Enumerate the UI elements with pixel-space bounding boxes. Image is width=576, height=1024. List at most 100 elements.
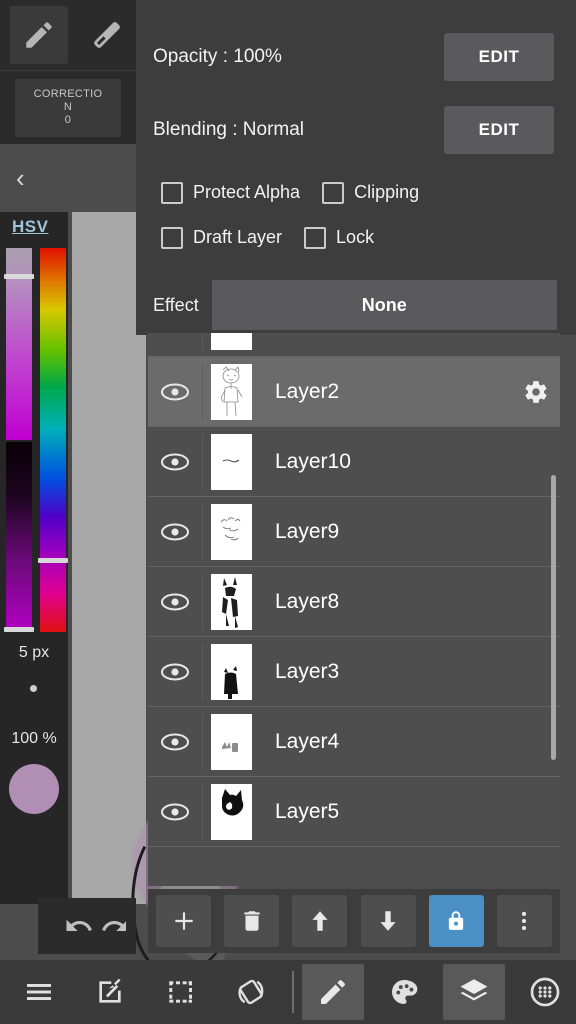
- thumbnail-art: [224, 665, 238, 699]
- eye-icon: [161, 453, 189, 470]
- saturation-slider-handle[interactable]: [4, 274, 34, 279]
- layers-icon: [460, 979, 488, 1001]
- layer-visibility-toggle[interactable]: [148, 452, 202, 472]
- effect-label: Effect: [153, 294, 199, 315]
- nav-divider: [292, 971, 294, 1013]
- blending-edit-button[interactable]: EDIT: [444, 106, 554, 154]
- layer-thumbnail[interactable]: [202, 503, 260, 560]
- table-row[interactable]: Layer4: [148, 707, 560, 777]
- lock-checkbox[interactable]: Lock: [304, 226, 374, 249]
- hsv-mode-label[interactable]: HSV: [12, 217, 48, 237]
- layer-properties-panel: Opacity : 100% EDIT Blending : Normal ED…: [136, 0, 576, 335]
- layer-name-label: Layer2: [275, 379, 340, 403]
- layer-thumbnail[interactable]: [202, 363, 260, 420]
- thumbnail-art: [220, 365, 243, 416]
- checkbox-row-1: Protect Alpha Clipping: [136, 170, 576, 215]
- redo-icon: [102, 921, 126, 931]
- nav-layers-button[interactable]: [442, 964, 506, 1020]
- tool-row: [0, 0, 136, 70]
- add-layer-button[interactable]: [156, 895, 211, 947]
- table-row[interactable]: Layer3: [148, 637, 560, 707]
- nav-menu-button[interactable]: [8, 964, 71, 1020]
- hue-slider-handle[interactable]: [38, 558, 68, 563]
- scrollbar-thumb[interactable]: [551, 475, 556, 760]
- move-layer-down-button[interactable]: [360, 895, 416, 947]
- checkbox-box: [304, 226, 327, 249]
- layer-list[interactable]: Layer11: [148, 333, 560, 886]
- eraser-tool-button[interactable]: [78, 6, 136, 64]
- protect-alpha-checkbox[interactable]: Protect Alpha: [161, 181, 301, 204]
- brush-size-label: 5 px: [18, 644, 50, 661]
- layer-list-scrollbar[interactable]: [551, 333, 558, 886]
- opacity-edit-button[interactable]: EDIT: [444, 33, 554, 81]
- current-color-swatch[interactable]: [9, 764, 59, 814]
- layer-thumbnail[interactable]: [202, 573, 260, 630]
- nav-transform-button[interactable]: [220, 964, 283, 1020]
- checkbox-row-2: Draft Layer Lock: [136, 215, 576, 260]
- effect-select-button[interactable]: None: [211, 280, 557, 330]
- color-picker-panel: HSV 5 px 100 %: [0, 212, 68, 904]
- layer-thumbnail[interactable]: [202, 643, 260, 700]
- layer-name-label: Layer3: [275, 659, 340, 683]
- layer-visibility-toggle[interactable]: [148, 382, 202, 402]
- nav-select-button[interactable]: [149, 964, 212, 1020]
- hue-slider[interactable]: [40, 248, 66, 632]
- checkbox-box: [161, 226, 183, 249]
- left-tool-column: CORRECTIO N 0 ‹ HSV 5 px 100 %: [0, 0, 136, 960]
- redo-button[interactable]: [100, 911, 126, 941]
- thumbnail-sketch-figure: [211, 363, 252, 420]
- protect-alpha-label: Protect Alpha: [193, 182, 301, 202]
- lock-layer-button[interactable]: [428, 895, 484, 947]
- clipping-checkbox[interactable]: Clipping: [322, 181, 419, 204]
- eraser-icon: [94, 22, 120, 48]
- collapse-zone: ‹: [0, 144, 136, 212]
- layer-visibility-toggle[interactable]: [148, 662, 202, 682]
- value-slider-handle[interactable]: [4, 627, 34, 632]
- nav-edit-button[interactable]: [79, 964, 142, 1020]
- draft-layer-label: Draft Layer: [193, 227, 283, 247]
- eye-icon: [161, 593, 189, 610]
- layer-visibility-toggle[interactable]: [148, 592, 202, 612]
- nav-more-button[interactable]: [513, 964, 576, 1020]
- undo-icon: [66, 919, 92, 931]
- correction-title: CORRECTIO: [33, 88, 103, 100]
- layer-thumbnail[interactable]: [202, 333, 260, 350]
- nav-palette-button[interactable]: [372, 964, 435, 1020]
- thumbnail-light-scribble: [211, 503, 252, 560]
- dots-circle-icon: [530, 977, 560, 1007]
- layer-name-label: Layer9: [275, 519, 340, 543]
- layer-thumbnail[interactable]: [202, 783, 260, 840]
- draft-layer-checkbox[interactable]: Draft Layer: [161, 226, 283, 249]
- layer-visibility-toggle[interactable]: [148, 522, 202, 542]
- table-row[interactable]: Layer8: [148, 567, 560, 637]
- layer-name-label: Layer4: [275, 729, 340, 753]
- layer-thumbnail[interactable]: [202, 433, 260, 490]
- layer-visibility-toggle[interactable]: [148, 732, 202, 752]
- table-row[interactable]: Layer2: [148, 357, 560, 427]
- move-layer-up-button[interactable]: [292, 895, 348, 947]
- marquee-icon: [169, 981, 193, 1003]
- layer-visibility-toggle[interactable]: [148, 802, 202, 822]
- edit-square-icon: [99, 978, 121, 1003]
- undo-button[interactable]: [64, 911, 94, 941]
- layer-more-options-button[interactable]: [496, 895, 552, 947]
- rotate-icon: [238, 979, 264, 1005]
- correction-title-2: N: [63, 101, 73, 113]
- value-slider[interactable]: [6, 442, 32, 632]
- pencil-tool-button[interactable]: [10, 6, 68, 64]
- nav-brush-button[interactable]: [301, 964, 365, 1020]
- delete-layer-button[interactable]: [224, 895, 280, 947]
- collapse-panel-button[interactable]: ‹: [16, 165, 25, 191]
- thumbnail-black-cat-head: [211, 783, 252, 840]
- trash-icon: [244, 911, 260, 931]
- correction-zone: CORRECTIO N 0: [0, 70, 136, 144]
- table-row[interactable]: Layer5: [148, 777, 560, 847]
- blending-row: Blending : Normal EDIT: [136, 101, 576, 159]
- palette-icon: [391, 980, 418, 1004]
- table-row[interactable]: Layer11: [148, 333, 560, 357]
- table-row[interactable]: Layer9: [148, 497, 560, 567]
- table-row[interactable]: Layer10: [148, 427, 560, 497]
- correction-value: 0: [64, 114, 72, 126]
- layer-thumbnail[interactable]: [202, 713, 260, 770]
- correction-button[interactable]: CORRECTIO N 0: [15, 78, 121, 137]
